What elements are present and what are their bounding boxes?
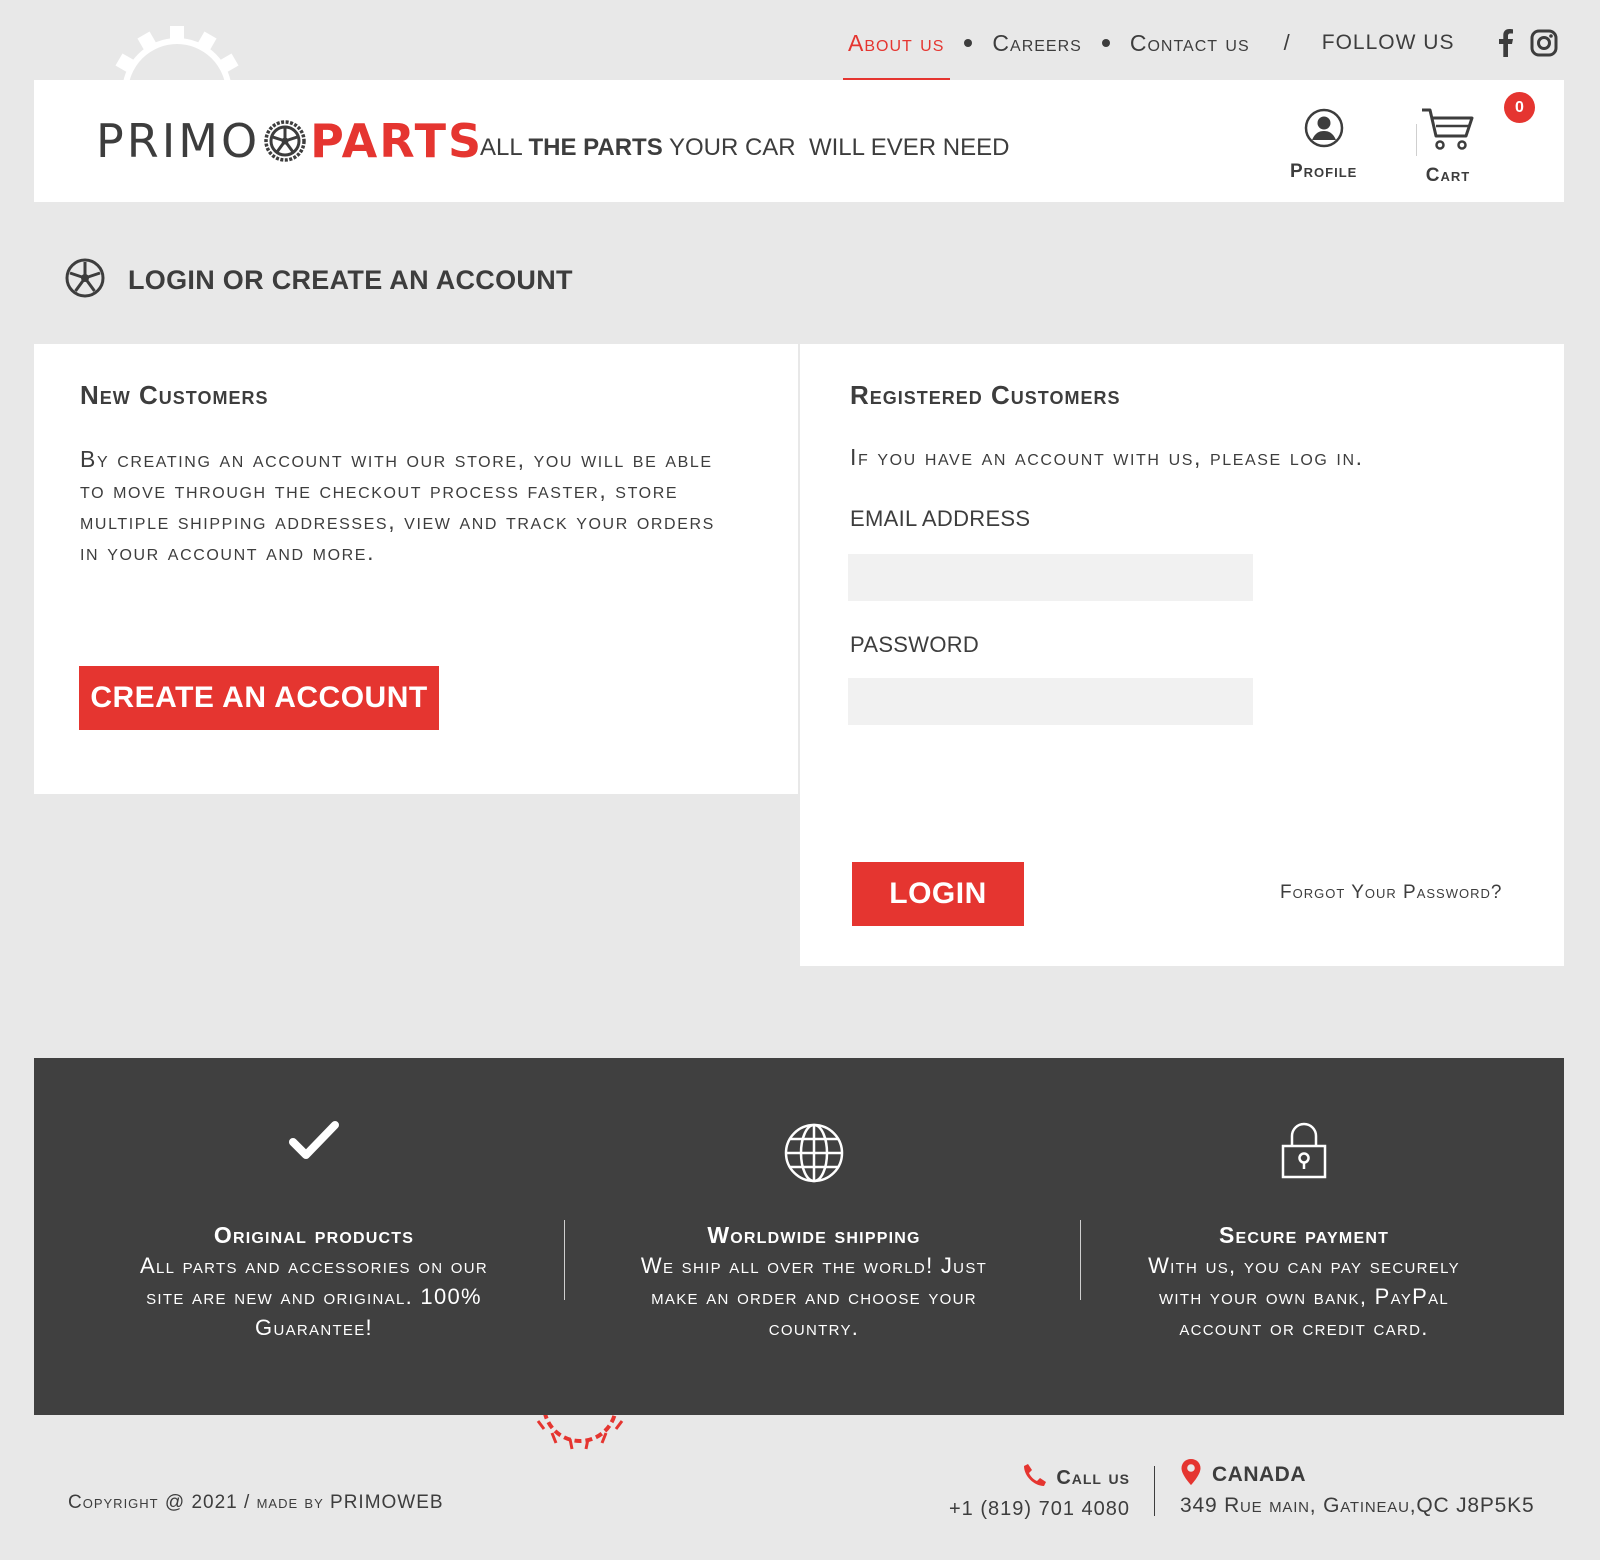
password-label: PASSWORD xyxy=(850,632,980,657)
lock-icon xyxy=(1134,1122,1474,1180)
cart-icon xyxy=(1420,106,1476,157)
tagline-bold: THE PARTS xyxy=(528,134,663,161)
decorative-gear-icon xyxy=(102,18,252,80)
feature-divider xyxy=(1080,1220,1081,1300)
login-button[interactable]: LOGIN xyxy=(852,862,1024,926)
feature-secure-payment: Secure payment With us, you can pay secu… xyxy=(1134,1058,1474,1415)
feature-title: Original products xyxy=(213,1222,415,1248)
call-us-label: Call us xyxy=(1056,1466,1130,1489)
nav-contact-us[interactable]: Contact us xyxy=(1130,30,1250,57)
logo-primo: PRIMO xyxy=(96,114,261,168)
cart-button[interactable]: Cart xyxy=(1420,106,1476,187)
new-customers-heading: New Customers xyxy=(80,380,269,410)
profile-label: Profile xyxy=(1290,161,1358,182)
logo-parts: PARTS xyxy=(310,114,484,168)
wheel-icon xyxy=(64,257,106,304)
feature-original-products: Original products All parts and accessor… xyxy=(124,1058,504,1415)
contact-phone: Call us +1 (819) 701 4080 xyxy=(944,1462,1130,1521)
profile-button[interactable]: Profile xyxy=(1290,108,1357,183)
new-customers-description: By creating an account with our store, y… xyxy=(80,446,715,565)
nav-about-us[interactable]: About us xyxy=(842,30,951,81)
feature-worldwide-shipping: Worldwide shipping We ship all over the … xyxy=(624,1058,1004,1415)
tagline: ALL THE PARTS YOUR CAR WILL EVER NEED xyxy=(480,134,1009,162)
login-intro: If you have an account with us, please l… xyxy=(850,444,1364,470)
page-title: LOGIN OR CREATE AN ACCOUNT xyxy=(128,265,573,295)
feature-divider xyxy=(564,1220,565,1300)
new-customers-panel: New Customers By creating an account wit… xyxy=(34,344,798,794)
feature-text: We ship all over the world! Just make an… xyxy=(640,1253,988,1340)
feature-title: Worldwide shipping xyxy=(707,1222,921,1248)
facebook-icon[interactable] xyxy=(1498,29,1514,57)
footer-divider xyxy=(1154,1466,1155,1516)
country-label: CANADA xyxy=(1212,1463,1306,1486)
contact-location: CANADA 349 Rue main, Gatineau,QC J8P5K5 xyxy=(1180,1458,1534,1518)
phone-icon xyxy=(1022,1462,1048,1494)
tagline-part: ALL xyxy=(480,134,529,161)
cart-count-badge: 0 xyxy=(1504,92,1535,123)
top-nav: About us Careers Contact us / FOLLOW US xyxy=(842,28,1558,81)
cart-label: Cart xyxy=(1425,165,1471,186)
feature-title: Secure payment xyxy=(1218,1222,1390,1248)
decorative-gear-icon xyxy=(530,1415,630,1451)
create-account-button[interactable]: CREATE AN ACCOUNT xyxy=(79,666,439,730)
address: 349 Rue main, Gatineau,QC J8P5K5 xyxy=(1180,1494,1535,1517)
nav-slash: / xyxy=(1283,30,1290,55)
site-header: PRIMO PARTS ALL THE PARTS YOUR CAR WILL … xyxy=(34,80,1564,202)
registered-customers-heading: Registered Customers xyxy=(850,380,1121,410)
nav-separator-dot xyxy=(1101,39,1110,47)
password-field[interactable] xyxy=(848,678,1253,725)
logo[interactable]: PRIMO PARTS xyxy=(96,114,483,168)
email-field[interactable] xyxy=(848,554,1253,601)
features-band: Original products All parts and accessor… xyxy=(34,1058,1564,1415)
registered-customers-panel: Registered Customers If you have an acco… xyxy=(800,344,1564,966)
phone-number[interactable]: +1 (819) 701 4080 xyxy=(944,1498,1130,1521)
social-links xyxy=(1498,29,1558,57)
header-divider xyxy=(1416,124,1417,156)
email-label: EMAIL ADDRESS xyxy=(850,506,1031,531)
follow-us-label: FOLLOW US xyxy=(1321,31,1455,54)
tagline-part: YOUR CAR WILL EVER NEED xyxy=(662,134,1010,161)
copyright: Copyright @ 2021 / made by PRIMOWEB xyxy=(68,1492,444,1513)
map-pin-icon xyxy=(1180,1458,1202,1492)
page-title-row: LOGIN OR CREATE AN ACCOUNT xyxy=(64,257,573,304)
logo-wheel-icon xyxy=(262,118,308,164)
nav-careers[interactable]: Careers xyxy=(992,30,1081,57)
feature-text: With us, you can pay securely with your … xyxy=(1148,1253,1460,1340)
nav-separator-dot xyxy=(964,39,973,47)
checkmark-icon xyxy=(124,1120,504,1162)
forgot-password-link[interactable]: Forgot Your Password? xyxy=(1280,882,1502,904)
user-icon xyxy=(1304,108,1344,153)
feature-text: All parts and accessories on our site ar… xyxy=(139,1253,488,1340)
instagram-icon[interactable] xyxy=(1530,29,1558,57)
globe-icon xyxy=(624,1122,1004,1184)
